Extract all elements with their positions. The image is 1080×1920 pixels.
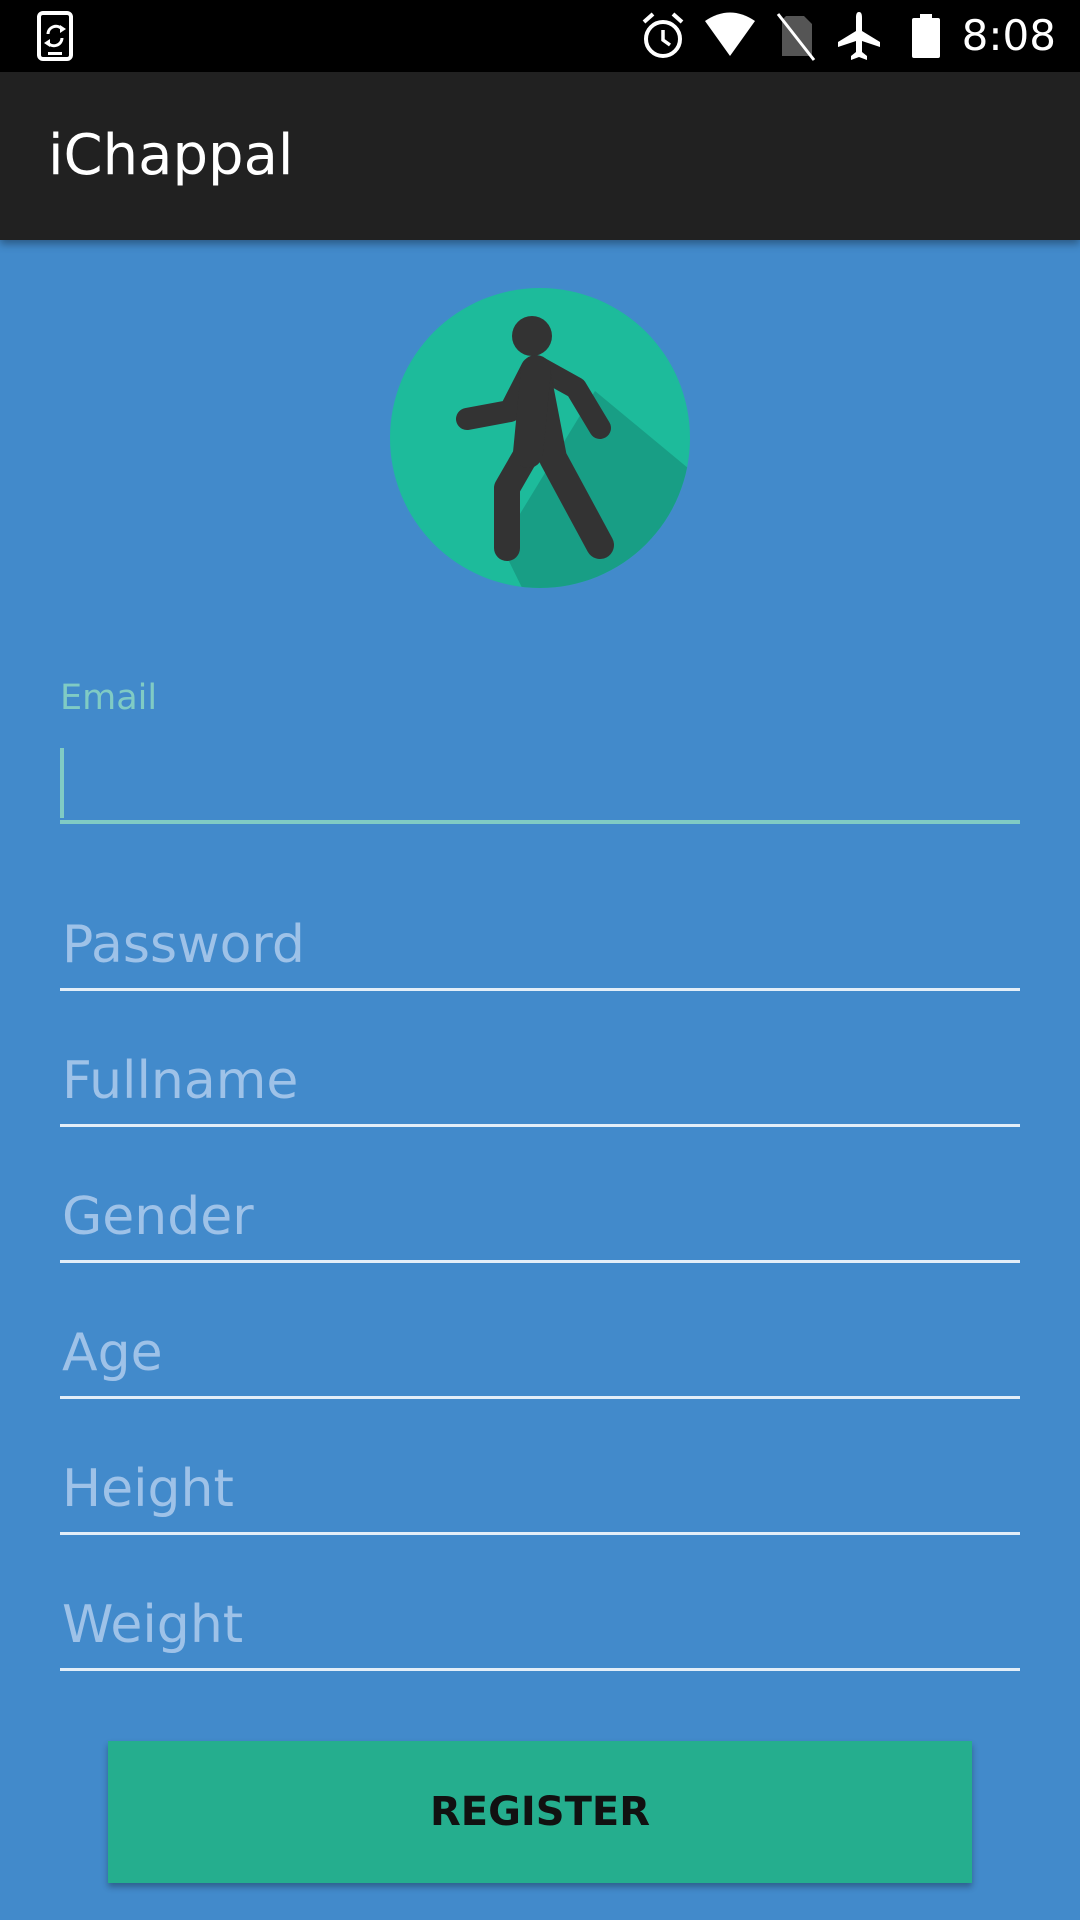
gender-field[interactable] [60,1177,1020,1257]
age-underline [60,1396,1020,1399]
age-field[interactable] [60,1313,1020,1393]
app-title: iChappal [48,123,294,188]
email-underline [60,820,1020,824]
no-sim-icon [776,13,816,61]
height-field-container [60,1449,1020,1535]
airplane-icon [838,12,880,60]
email-label: Email [60,678,158,718]
walking-person-icon [390,288,690,588]
wifi-icon [705,12,755,56]
fullname-field-container [60,1041,1020,1127]
status-time: 8:08 [961,11,1056,60]
height-underline [60,1532,1020,1535]
phone-sync-icon [37,11,73,61]
text-cursor [60,748,64,818]
weight-field-container [60,1585,1020,1671]
gender-field-container [60,1177,1020,1263]
weight-underline [60,1668,1020,1671]
password-field[interactable] [60,905,1020,985]
battery-icon [912,14,940,58]
register-button[interactable]: REGISTER [108,1741,972,1883]
fullname-field[interactable] [60,1041,1020,1121]
email-field[interactable] [60,738,1020,818]
alarm-icon [642,12,684,58]
app-bar: iChappal [0,72,1080,240]
status-bar: 8:08 [0,0,1080,72]
age-field-container [60,1313,1020,1399]
height-field[interactable] [60,1449,1020,1529]
weight-field[interactable] [60,1585,1020,1665]
password-field-container [60,905,1020,991]
email-field-container [60,738,1020,824]
password-underline [60,988,1020,991]
fullname-underline [60,1124,1020,1127]
gender-underline [60,1260,1020,1263]
